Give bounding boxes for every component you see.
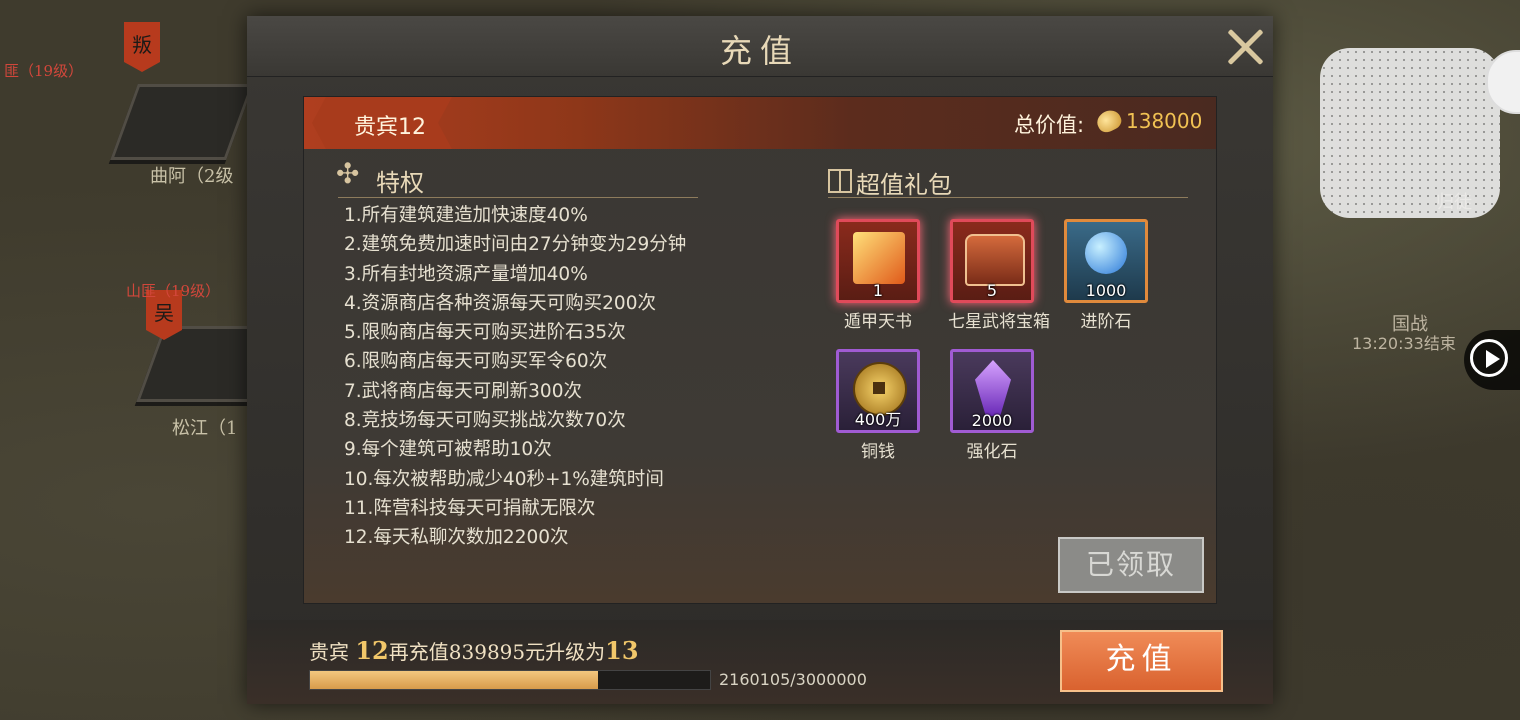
recharge-needed-text: 再充值839895元升级为	[388, 640, 606, 664]
recharge-button[interactable]: 充值	[1060, 630, 1223, 692]
total-value-label: 总价值:	[1014, 113, 1085, 137]
next-vip-level: 13	[605, 636, 639, 665]
map-city-label: 曲阿（2级	[150, 166, 234, 187]
divider	[338, 197, 698, 198]
crystal-icon	[975, 360, 1011, 416]
vip-panel: 贵宾12 总价值: 138000 特权 1.所有建筑建造加快速度40% 2.建筑…	[303, 96, 1217, 604]
vip-header-bar: 贵宾12 总价值: 138000	[304, 97, 1216, 149]
vip-level: 12	[355, 636, 389, 665]
privilege-item: 2.建筑免费加速时间由27分钟变为29分钟	[344, 234, 687, 256]
privilege-item: 11.阵营科技每天可捐献无限次	[344, 497, 596, 519]
privilege-item: 12.每天私聊次数加2200次	[344, 527, 569, 549]
vip-upgrade-status: 贵宾 12再充值839895元升级为13	[309, 636, 639, 665]
item-name: 七星武将宝箱	[948, 312, 1050, 332]
privilege-item: 5.限购商店每天可购买进阶石35次	[344, 322, 626, 344]
item-frame: 1000	[1064, 219, 1148, 303]
vip-prefix: 贵宾	[309, 640, 349, 664]
map-red-label: 匪（19级）	[4, 62, 84, 80]
item-count: 1	[872, 281, 884, 300]
chest-icon	[965, 234, 1025, 286]
book-icon	[853, 232, 905, 284]
privilege-item: 9.每个建筑可被帮助10次	[344, 439, 552, 461]
item-name: 遁甲天书	[844, 312, 912, 332]
vip-progress-bar	[309, 670, 711, 690]
item-frame: 2000	[950, 349, 1034, 433]
claimed-button[interactable]: 已领取	[1058, 537, 1204, 593]
war-timer: 13:20:33结束	[1352, 334, 1456, 353]
item-name: 强化石	[966, 442, 1018, 462]
video-play-button[interactable]	[1464, 330, 1520, 390]
divider	[828, 197, 1188, 198]
privilege-item: 8.竞技场每天可购买挑战次数70次	[344, 410, 626, 432]
orb-icon	[1085, 232, 1127, 274]
privilege-item: 7.武将商店每天可刷新300次	[344, 380, 582, 402]
map-banner: 叛	[124, 22, 160, 72]
item-frame: 1	[836, 219, 920, 303]
gift-item[interactable]: 2000 强化石	[948, 349, 1036, 462]
recharge-modal: 充值 贵宾12 总价值: 138000 特权 1.所有建筑建造加快速度40% 2…	[247, 16, 1273, 704]
modal-footer: 贵宾 12再充值839895元升级为13 2160105/3000000 充值	[247, 620, 1273, 704]
city-fort[interactable]	[110, 84, 254, 160]
item-count: 1000	[1085, 281, 1127, 300]
map-city-label: 松江（1	[172, 418, 238, 439]
play-icon	[1470, 339, 1508, 377]
gift-item[interactable]: 5 七星武将宝箱	[948, 219, 1050, 332]
privilege-icon	[336, 157, 366, 195]
vip-progress-text: 2160105/3000000	[719, 670, 867, 689]
ingot-icon	[1093, 106, 1125, 136]
gift-item[interactable]: 1000 进阶石	[1062, 219, 1150, 332]
privileges-title: 特权	[376, 169, 424, 197]
item-name: 铜钱	[861, 442, 895, 462]
vip-label: 贵宾12	[354, 115, 426, 140]
item-name: 进阶石	[1080, 312, 1132, 332]
gift-icon	[828, 169, 852, 193]
gift-pack-title: 超值礼包	[856, 171, 952, 199]
gift-item[interactable]: 1 遁甲天书	[834, 219, 922, 332]
gift-item[interactable]: 400万 铜钱	[834, 349, 922, 462]
item-count: 5	[986, 281, 998, 300]
privilege-item: 10.每次被帮助减少40秒+1%建筑时间	[344, 468, 664, 490]
minimap[interactable]	[1320, 48, 1500, 218]
vip-progress-fill	[310, 671, 598, 689]
total-value: 138000	[1126, 109, 1203, 133]
item-count: 2000	[971, 411, 1013, 430]
privilege-item: 3.所有封地资源产量增加40%	[344, 263, 588, 285]
privilege-list: 1.所有建筑建造加快速度40% 2.建筑免费加速时间由27分钟变为29分钟 3.…	[344, 201, 686, 553]
map-red-label: 山匪（19级）	[126, 282, 221, 300]
close-button[interactable]	[1225, 26, 1265, 66]
privilege-item: 1.所有建筑建造加快速度40%	[344, 205, 588, 226]
item-count: 400万	[854, 410, 902, 429]
privilege-item: 6.限购商店每天可购买军令60次	[344, 351, 608, 373]
privilege-item: 4.资源商店各种资源每天可购买200次	[344, 292, 656, 314]
item-frame: 400万	[836, 349, 920, 433]
modal-header: 充值	[247, 16, 1273, 77]
item-frame: 5	[950, 219, 1034, 303]
modal-title: 充值	[719, 32, 800, 70]
